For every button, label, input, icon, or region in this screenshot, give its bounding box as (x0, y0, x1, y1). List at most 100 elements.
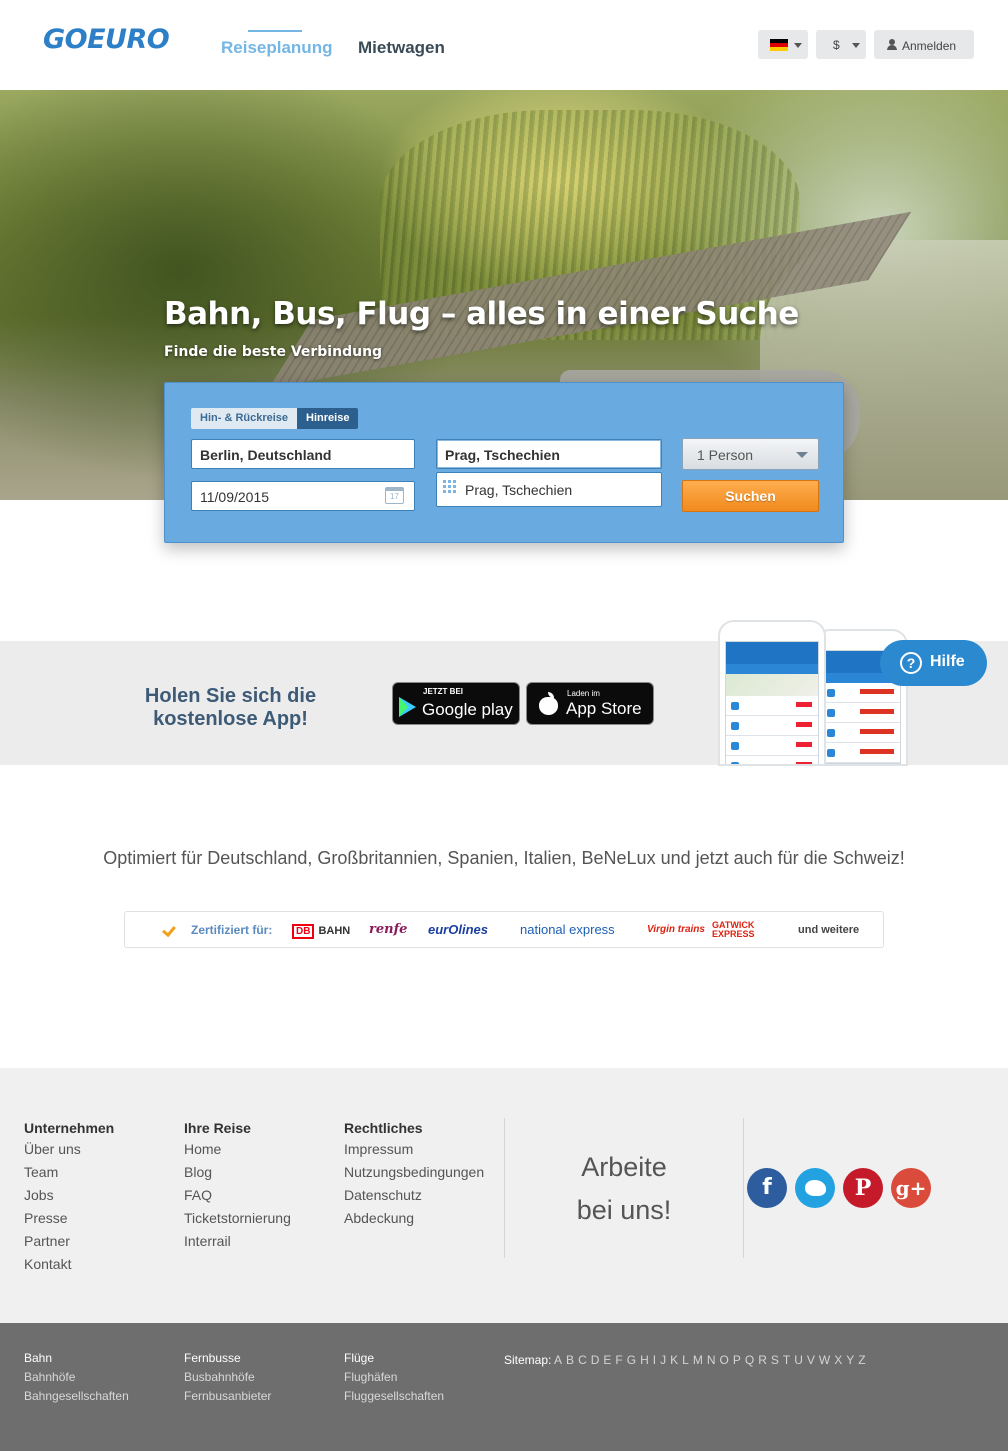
footer-link-about[interactable]: Über uns (24, 1141, 114, 1164)
footer-link-contact[interactable]: Kontakt (24, 1256, 114, 1279)
screen-row (726, 756, 818, 764)
sitemap-letter-i[interactable]: I (653, 1353, 656, 1367)
sitemap-letter-y[interactable]: Y (846, 1353, 854, 1367)
sitemap-letter-o[interactable]: O (720, 1353, 729, 1367)
db-text: BAHN (318, 925, 351, 937)
sitemap-letter-p[interactable]: P (733, 1353, 741, 1367)
footer-link-home[interactable]: Home (184, 1141, 291, 1164)
nav-reiseplanung[interactable]: Reiseplanung (221, 38, 332, 58)
sitemap-letter-d[interactable]: D (591, 1353, 600, 1367)
screen-row (726, 716, 818, 736)
goeuro-logo[interactable]: GOEURO (43, 24, 170, 55)
twitter-icon[interactable] (795, 1168, 835, 1208)
footer-link-team[interactable]: Team (24, 1164, 114, 1187)
screen-row (726, 696, 818, 716)
language-selector[interactable] (758, 30, 808, 59)
search-button[interactable]: Suchen (682, 480, 819, 512)
twitter-bird-icon (805, 1180, 826, 1196)
subfooter-link[interactable]: Bahnhöfe (24, 1370, 129, 1389)
footer-link-press[interactable]: Presse (24, 1210, 114, 1233)
sitemap-letter-n[interactable]: N (707, 1353, 716, 1367)
sitemap-letter-v[interactable]: V (807, 1353, 815, 1367)
active-nav-indicator (248, 30, 302, 32)
passenger-select[interactable]: 1 Person (682, 438, 819, 470)
google-plus-icon[interactable]: g+ (891, 1168, 931, 1208)
search-form: Hin- & Rückreise Hinreise Berlin, Deutsc… (164, 382, 844, 543)
subfooter-link[interactable]: Fluggesellschaften (344, 1389, 444, 1408)
sitemap-letter-h[interactable]: H (640, 1353, 649, 1367)
sitemap-letter-x[interactable]: X (834, 1353, 842, 1367)
footer: Unternehmen Über uns Team Jobs Presse Pa… (0, 1068, 1008, 1323)
footer-link-partner[interactable]: Partner (24, 1233, 114, 1256)
login-button[interactable]: Anmelden (874, 30, 974, 59)
subfooter-link[interactable]: Flughäfen (344, 1370, 444, 1389)
date-input[interactable]: 11/09/2015 17 (191, 481, 415, 511)
subfooter-heading[interactable]: Flüge (344, 1351, 444, 1365)
destination-suggestion[interactable]: Prag, Tschechien (436, 472, 662, 507)
sitemap-letter-a[interactable]: A (554, 1353, 562, 1367)
google-play-button[interactable]: JETZT BEI Google play (392, 682, 520, 725)
app-promo-line2: kostenlose App! (153, 708, 308, 730)
help-button[interactable]: ? Hilfe (880, 640, 987, 686)
screen-map (726, 674, 818, 696)
app-store-button[interactable]: Laden im App Store (526, 682, 654, 725)
sitemap-letter-l[interactable]: L (682, 1353, 689, 1367)
footer-link-cancellation[interactable]: Ticketstornierung (184, 1210, 291, 1233)
facebook-icon[interactable]: f (747, 1168, 787, 1208)
sitemap-letter-j[interactable]: J (660, 1353, 666, 1367)
divider (504, 1118, 505, 1258)
sitemap-letter-s[interactable]: S (771, 1353, 779, 1367)
sitemap-letter-g[interactable]: G (627, 1353, 636, 1367)
google-play-icon-accent (399, 697, 408, 717)
sitemap-letter-f[interactable]: F (615, 1353, 622, 1367)
sitemap: Sitemap: ABCDEFGHIJKLMNOPQRSTUVWXYZ (504, 1353, 870, 1367)
sitemap-letter-c[interactable]: C (578, 1353, 587, 1367)
sitemap-letter-w[interactable]: W (819, 1353, 830, 1367)
footer-link-jobs[interactable]: Jobs (24, 1187, 114, 1210)
footer-link-blog[interactable]: Blog (184, 1164, 291, 1187)
subfooter-link[interactable]: Fernbusanbieter (184, 1389, 271, 1408)
screen-tabs (726, 664, 818, 674)
subfooter-link[interactable]: Bahngesellschaften (24, 1389, 129, 1408)
phone-screen (725, 641, 819, 764)
origin-input[interactable]: Berlin, Deutschland (191, 439, 415, 469)
sitemap-letter-m[interactable]: M (693, 1353, 703, 1367)
coverage-text: Optimiert für Deutschland, Großbritannie… (103, 848, 905, 868)
sitemap-letter-r[interactable]: R (758, 1353, 767, 1367)
footer-link-imprint[interactable]: Impressum (344, 1141, 484, 1164)
footer-link-terms[interactable]: Nutzungsbedingungen (344, 1164, 484, 1187)
currency-selector[interactable]: $ (816, 30, 866, 59)
footer-link-interrail[interactable]: Interrail (184, 1233, 291, 1256)
subfooter-link[interactable]: Busbahnhöfe (184, 1370, 271, 1389)
sitemap-letter-z[interactable]: Z (858, 1353, 865, 1367)
login-label: Anmelden (902, 39, 957, 53)
app-promo-line1: Holen Sie sich die (144, 685, 317, 707)
footer-link-privacy[interactable]: Datenschutz (344, 1187, 484, 1210)
sitemap-letter-q[interactable]: Q (745, 1353, 754, 1367)
app-store-small-text: Laden im (567, 689, 600, 698)
sitemap-letter-b[interactable]: B (566, 1353, 574, 1367)
sitemap-letter-t[interactable]: T (783, 1353, 790, 1367)
tab-round-trip[interactable]: Hin- & Rückreise (191, 408, 298, 429)
footer-link-coverage[interactable]: Abdeckung (344, 1210, 484, 1233)
calendar-icon[interactable]: 17 (385, 487, 404, 504)
chevron-down-icon (852, 43, 860, 48)
screen-row (822, 723, 900, 743)
destination-input[interactable]: Prag, Tschechien (436, 439, 662, 469)
screen-row (822, 703, 900, 723)
subfooter-heading[interactable]: Fernbusse (184, 1351, 271, 1365)
question-icon: ? (900, 652, 922, 674)
subfooter-heading[interactable]: Bahn (24, 1351, 129, 1365)
footer-link-faq[interactable]: FAQ (184, 1187, 291, 1210)
pinterest-icon[interactable]: P (843, 1168, 883, 1208)
sitemap-letter-u[interactable]: U (794, 1353, 803, 1367)
passenger-value: 1 Person (697, 447, 754, 463)
sitemap-letter-k[interactable]: K (670, 1353, 678, 1367)
sitemap-letter-e[interactable]: E (603, 1353, 611, 1367)
apple-icon (539, 692, 558, 715)
tab-one-way[interactable]: Hinreise (297, 408, 359, 429)
subfooter-column-bus: Fernbusse Busbahnhöfe Fernbusanbieter (184, 1351, 271, 1408)
certified-label: Zertifiziert für: (191, 923, 273, 937)
nav-mietwagen[interactable]: Mietwagen (358, 38, 445, 58)
careers-link[interactable]: Arbeite bei uns! (510, 1146, 738, 1232)
